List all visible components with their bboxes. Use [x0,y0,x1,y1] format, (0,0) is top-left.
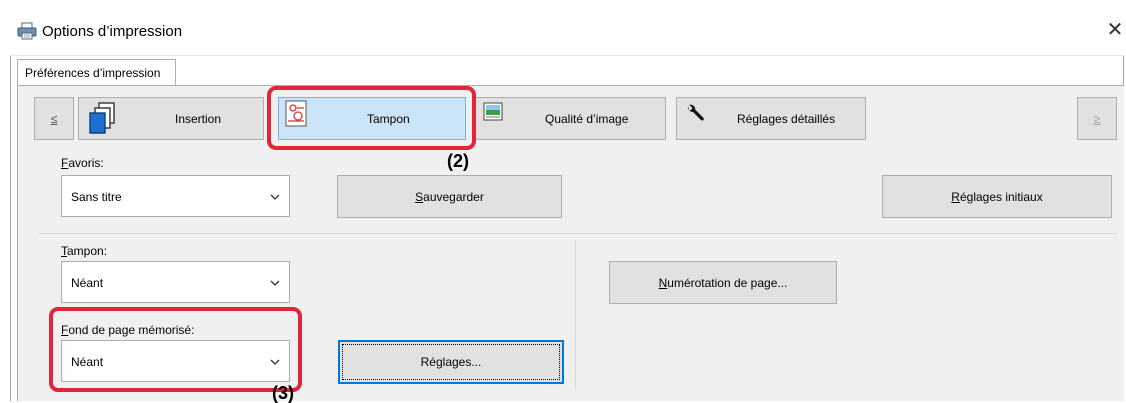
background-settings-button[interactable]: Réglages... [338,340,564,384]
image-quality-icon [483,102,503,121]
chevron-down-icon [270,280,280,286]
highlight-callout-3 [49,307,302,392]
callout-label-3: (3) [272,383,294,403]
close-icon[interactable]: ✕ [1107,19,1124,41]
initial-settings-hotkey: R [951,190,960,204]
stamp-select-value: Néant [71,276,104,290]
page-numbering-button[interactable]: Numérotation de page... [609,261,837,304]
favorites-select-value: Sans titre [71,190,122,204]
nav-next-button[interactable]: ≥ [1077,97,1117,140]
tab-print-preferences[interactable]: Préférences d’impression [17,59,176,86]
stamp-label-text: ampon: [67,244,108,258]
nav-prev-button[interactable]: ≤ [34,97,74,140]
save-button[interactable]: Sauvegarder [337,175,562,218]
window-title: Options d’impression [42,23,183,40]
save-button-label: auvegarder [423,190,484,204]
chevron-down-icon [270,194,280,200]
nav-item-image-quality[interactable]: Qualité d’image [474,97,666,140]
chevron-left-icon[interactable]: ≤ [51,112,58,126]
favorites-select[interactable]: Sans titre [61,175,290,217]
stamp-select[interactable]: Néant [61,261,290,303]
favorites-label-text: avoris: [68,156,104,170]
wrench-icon [687,104,704,121]
printer-icon [17,22,37,40]
page-numbering-label: umérotation de page... [667,276,788,290]
column-divider [575,240,576,390]
chevron-right-icon[interactable]: ≥ [1094,112,1101,126]
close-button[interactable]: ✕ [1106,20,1124,40]
favorites-label: Favoris: [61,156,104,170]
nav-item-label: Insertion [175,112,222,126]
save-button-hotkey: S [415,190,424,204]
stamp-label: Tampon: [61,244,107,258]
focus-ring [342,344,560,380]
callout-label-2: (2) [447,151,469,171]
nav-item-label: Réglages détaillés [737,112,836,126]
highlight-callout-2 [267,86,476,150]
nav-item-detailed-settings[interactable]: Réglages détaillés [676,97,866,140]
initial-settings-button[interactable]: Réglages initiaux [882,175,1112,218]
nav-item-insertion[interactable]: Insertion [78,97,264,140]
insertion-pages-icon [89,102,115,134]
nav-item-label: Qualité d’image [545,112,629,126]
page-numbering-hotkey: N [658,276,668,290]
initial-settings-label: églages initiaux [959,190,1043,204]
section-divider [39,233,1117,234]
